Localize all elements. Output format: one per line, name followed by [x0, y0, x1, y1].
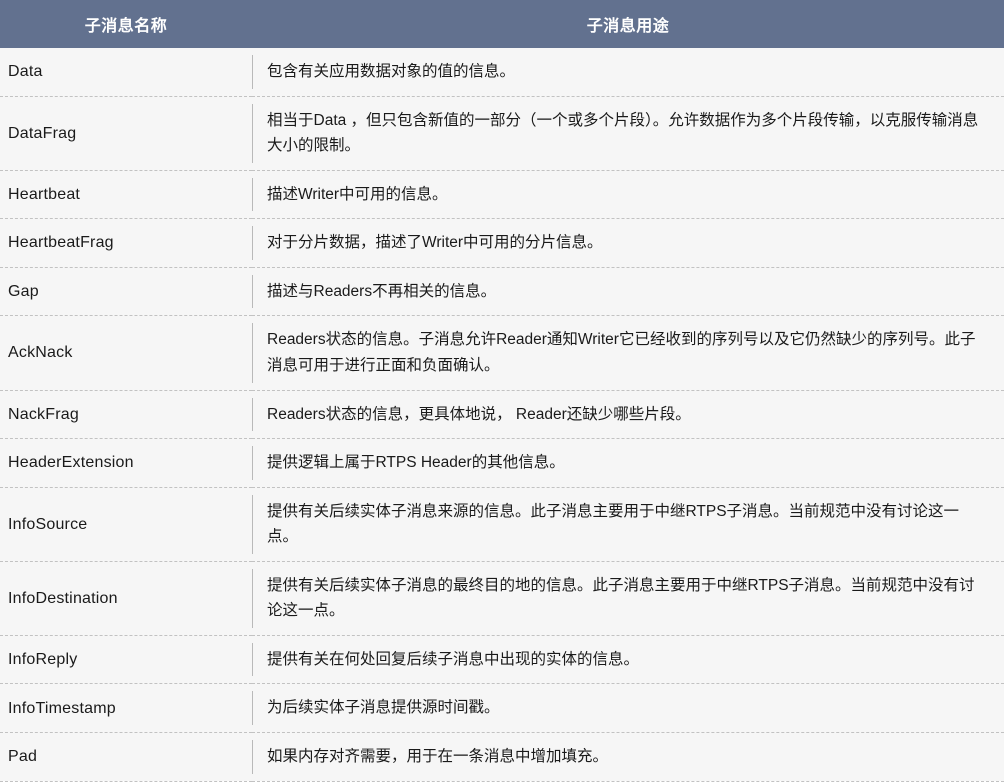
submessage-table-container: 子消息名称 子消息用途 Data 包含有关应用数据对象的值的信息。 DataFr…	[0, 0, 1004, 782]
table-row: HeartbeatFrag 对于分片数据，描述了Writer中可用的分片信息。	[0, 218, 1004, 268]
cell-submessage-name: Pad	[8, 748, 38, 766]
cell-submessage-name: Heartbeat	[8, 185, 81, 203]
cell-submessage-usage: 提供有关后续实体子消息的最终目的地的信息。此子消息主要用于中继RTPS子消息。当…	[252, 561, 1004, 635]
table-row: Heartbeat 描述Writer中可用的信息。	[0, 170, 1004, 219]
column-header-submessage-usage: 子消息用途	[586, 18, 670, 35]
table-row: NackFrag Readers状态的信息，更具体地说， Reader还缺少哪些…	[0, 390, 1004, 439]
cell-submessage-name: Gap	[8, 283, 39, 300]
cell-submessage-usage: 提供逻辑上属于RTPS Header的其他信息。	[252, 439, 1004, 488]
cell-submessage-usage: 包含有关应用数据对象的值的信息。	[252, 48, 1004, 96]
cell-submessage-usage: 描述Writer中可用的信息。	[252, 170, 1004, 219]
submessage-table: 子消息名称 子消息用途 Data 包含有关应用数据对象的值的信息。 DataFr…	[0, 0, 1004, 782]
cell-submessage-usage: 对于分片数据，描述了Writer中可用的分片信息。	[252, 219, 1004, 268]
table-header: 子消息名称 子消息用途	[0, 0, 1004, 48]
table-row: Gap 描述与Readers不再相关的信息。	[0, 267, 1004, 316]
cell-submessage-name: InfoTimestamp	[8, 699, 116, 717]
cell-submessage-usage: 相当于Data ，但只包含新值的一部分（一个或多个片段）。允许数据作为多个片段传…	[252, 96, 1004, 170]
table-row: InfoTimestamp 为后续实体子消息提供源时间戳。	[0, 683, 1004, 733]
table-row: Pad 如果内存对齐需要，用于在一条消息中增加填充。	[0, 732, 1004, 782]
table-body: Data 包含有关应用数据对象的值的信息。 DataFrag 相当于Data ，…	[0, 48, 1004, 782]
cell-submessage-name: InfoDestination	[8, 589, 118, 607]
cell-submessage-name: InfoReply	[8, 651, 78, 669]
table-row: Data 包含有关应用数据对象的值的信息。	[0, 48, 1004, 97]
cell-submessage-usage: 为后续实体子消息提供源时间戳。	[252, 684, 1004, 733]
table-row: InfoSource 提供有关后续实体子消息来源的信息。此子消息主要用于中继RT…	[0, 487, 1004, 562]
cell-submessage-usage: Readers状态的信息。子消息允许Reader通知Writer它已经收到的序列…	[252, 316, 1004, 390]
cell-submessage-usage: Readers状态的信息，更具体地说， Reader还缺少哪些片段。	[252, 390, 1004, 439]
table-header-row: 子消息名称 子消息用途	[0, 0, 1004, 48]
cell-submessage-name: NackFrag	[8, 405, 79, 423]
cell-submessage-name: AckNack	[8, 344, 73, 362]
cell-submessage-name: DataFrag	[8, 124, 77, 142]
cell-submessage-usage: 如果内存对齐需要，用于在一条消息中增加填充。	[252, 733, 1004, 782]
table-row: InfoReply 提供有关在何处回复后续子消息中出现的实体的信息。	[0, 635, 1004, 684]
table-row: AckNack Readers状态的信息。子消息允许Reader通知Writer…	[0, 315, 1004, 390]
table-row: InfoDestination 提供有关后续实体子消息的最终目的地的信息。此子消…	[0, 561, 1004, 636]
cell-submessage-usage: 描述与Readers不再相关的信息。	[252, 267, 1004, 316]
cell-submessage-name: HeartbeatFrag	[8, 234, 114, 252]
cell-submessage-name: HeaderExtension	[8, 454, 134, 472]
table-row: DataFrag 相当于Data ，但只包含新值的一部分（一个或多个片段）。允许…	[0, 96, 1004, 171]
cell-submessage-usage: 提供有关在何处回复后续子消息中出现的实体的信息。	[252, 635, 1004, 684]
table-row: HeaderExtension 提供逻辑上属于RTPS Header的其他信息。	[0, 438, 1004, 488]
cell-submessage-name: InfoSource	[8, 515, 88, 533]
cell-submessage-name: Data	[8, 63, 43, 81]
cell-submessage-usage: 提供有关后续实体子消息来源的信息。此子消息主要用于中继RTPS子消息。当前规范中…	[252, 487, 1004, 561]
column-header-submessage-name: 子消息名称	[84, 18, 168, 35]
